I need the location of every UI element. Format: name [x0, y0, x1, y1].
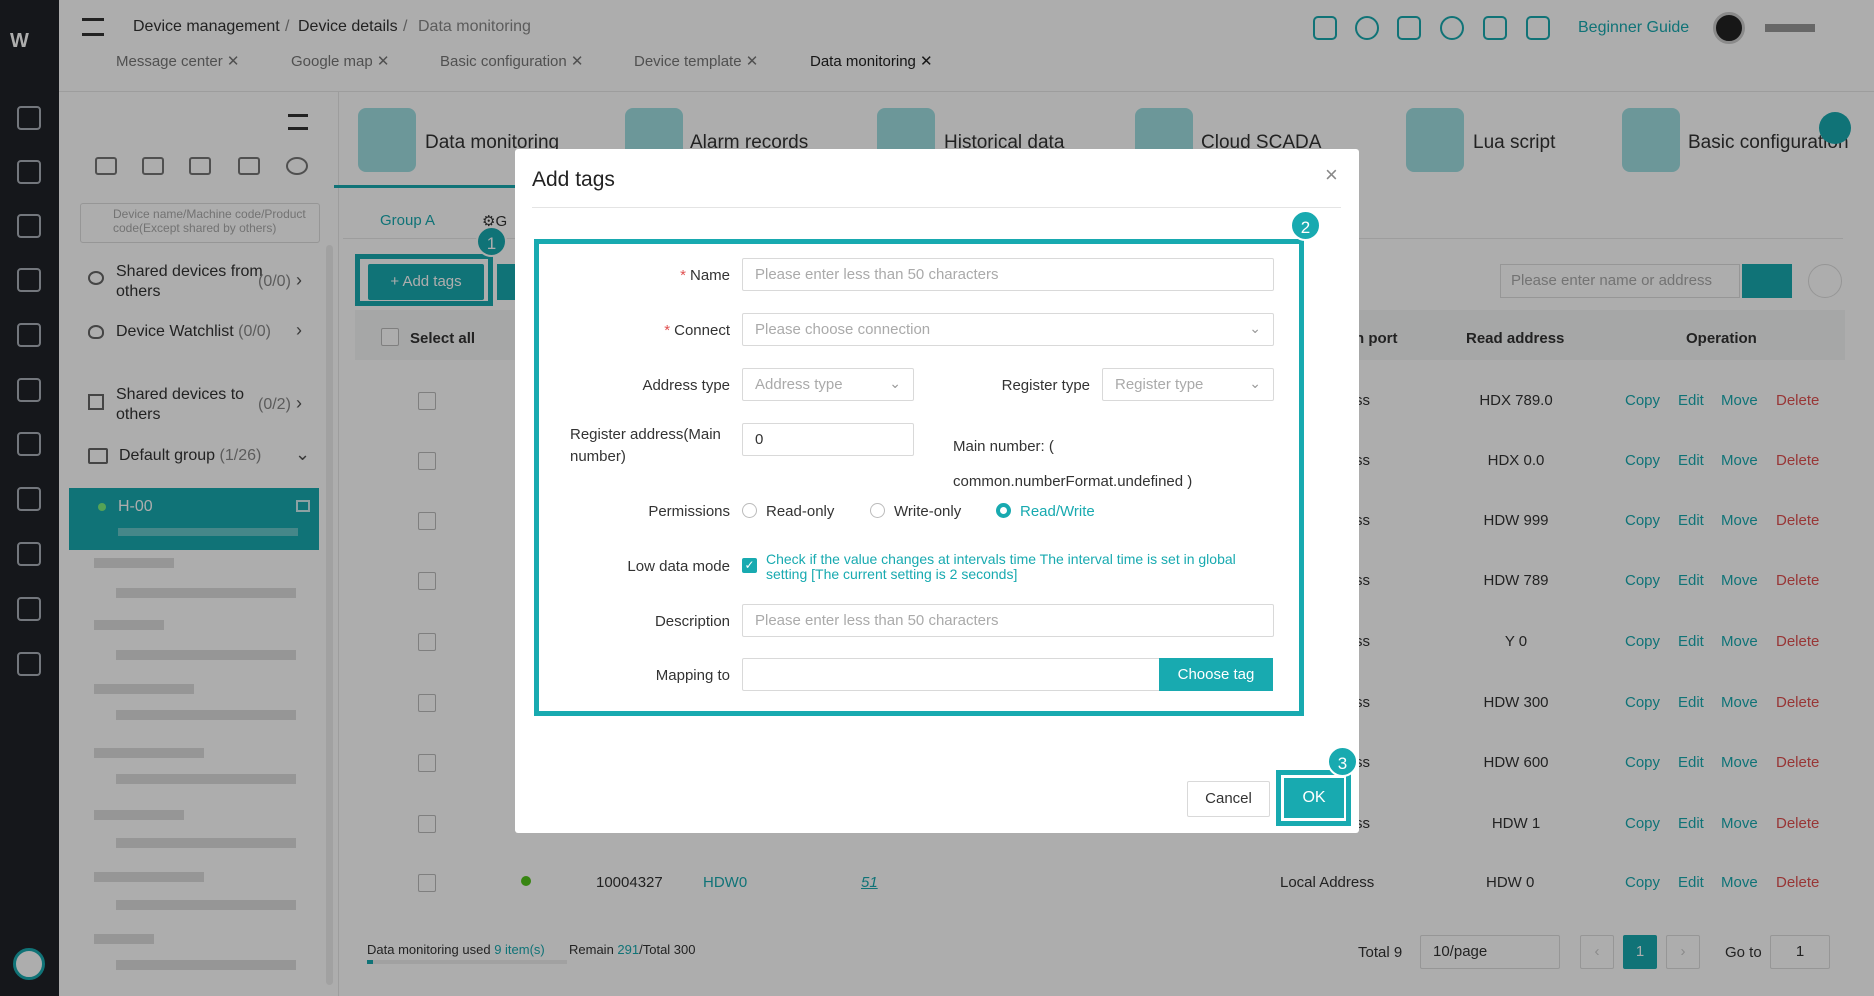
radio-write-only-label[interactable]: Write-only [894, 503, 961, 520]
address-type-label: Address type [642, 377, 730, 394]
radio-read-write-label[interactable]: Read/Write [1020, 503, 1095, 520]
permissions-label: Permissions [648, 503, 730, 520]
register-address-label: Register address(Main number) [570, 426, 721, 465]
radio-read-only-label[interactable]: Read-only [766, 503, 834, 520]
mapping-input[interactable] [742, 658, 1162, 691]
register-address-input[interactable]: 0 [742, 423, 914, 456]
register-type-label: Register type [1001, 377, 1090, 394]
ok-button[interactable]: OK [1284, 778, 1344, 818]
step-badge-2: 2 [1290, 210, 1321, 241]
choose-tag-button[interactable]: Choose tag [1159, 658, 1273, 691]
radio-write-only[interactable] [870, 503, 885, 518]
name-input[interactable]: Please enter less than 50 characters [742, 258, 1274, 291]
description-label: Description [654, 613, 730, 630]
step-badge-3: 3 [1327, 746, 1358, 777]
register-type-select[interactable]: Register type ⌄ [1102, 368, 1274, 401]
radio-read-only[interactable] [742, 503, 757, 518]
address-type-select[interactable]: Address type ⌄ [742, 368, 914, 401]
chevron-down-icon: ⌄ [1249, 320, 1261, 336]
mapping-label: Mapping to [655, 667, 730, 684]
connect-select[interactable]: Please choose connection ⌄ [742, 313, 1274, 346]
radio-read-write[interactable] [996, 503, 1011, 518]
chevron-down-icon: ⌄ [1249, 375, 1261, 391]
connect-label: * Connect [664, 322, 730, 339]
main-number-hint: Main number: ( common.numberFormat.undef… [953, 438, 1193, 490]
low-data-label: Low data mode [627, 558, 730, 575]
low-data-checkbox[interactable]: ✓ [742, 558, 757, 573]
low-data-text[interactable]: Check if the value changes at intervals … [766, 552, 1256, 582]
name-label: * Name [680, 267, 730, 284]
dialog-divider [532, 207, 1341, 208]
description-input[interactable]: Please enter less than 50 characters [742, 604, 1274, 637]
cancel-button[interactable]: Cancel [1187, 781, 1270, 817]
close-icon[interactable]: × [1325, 162, 1338, 188]
dialog-title: Add tags [532, 168, 615, 191]
